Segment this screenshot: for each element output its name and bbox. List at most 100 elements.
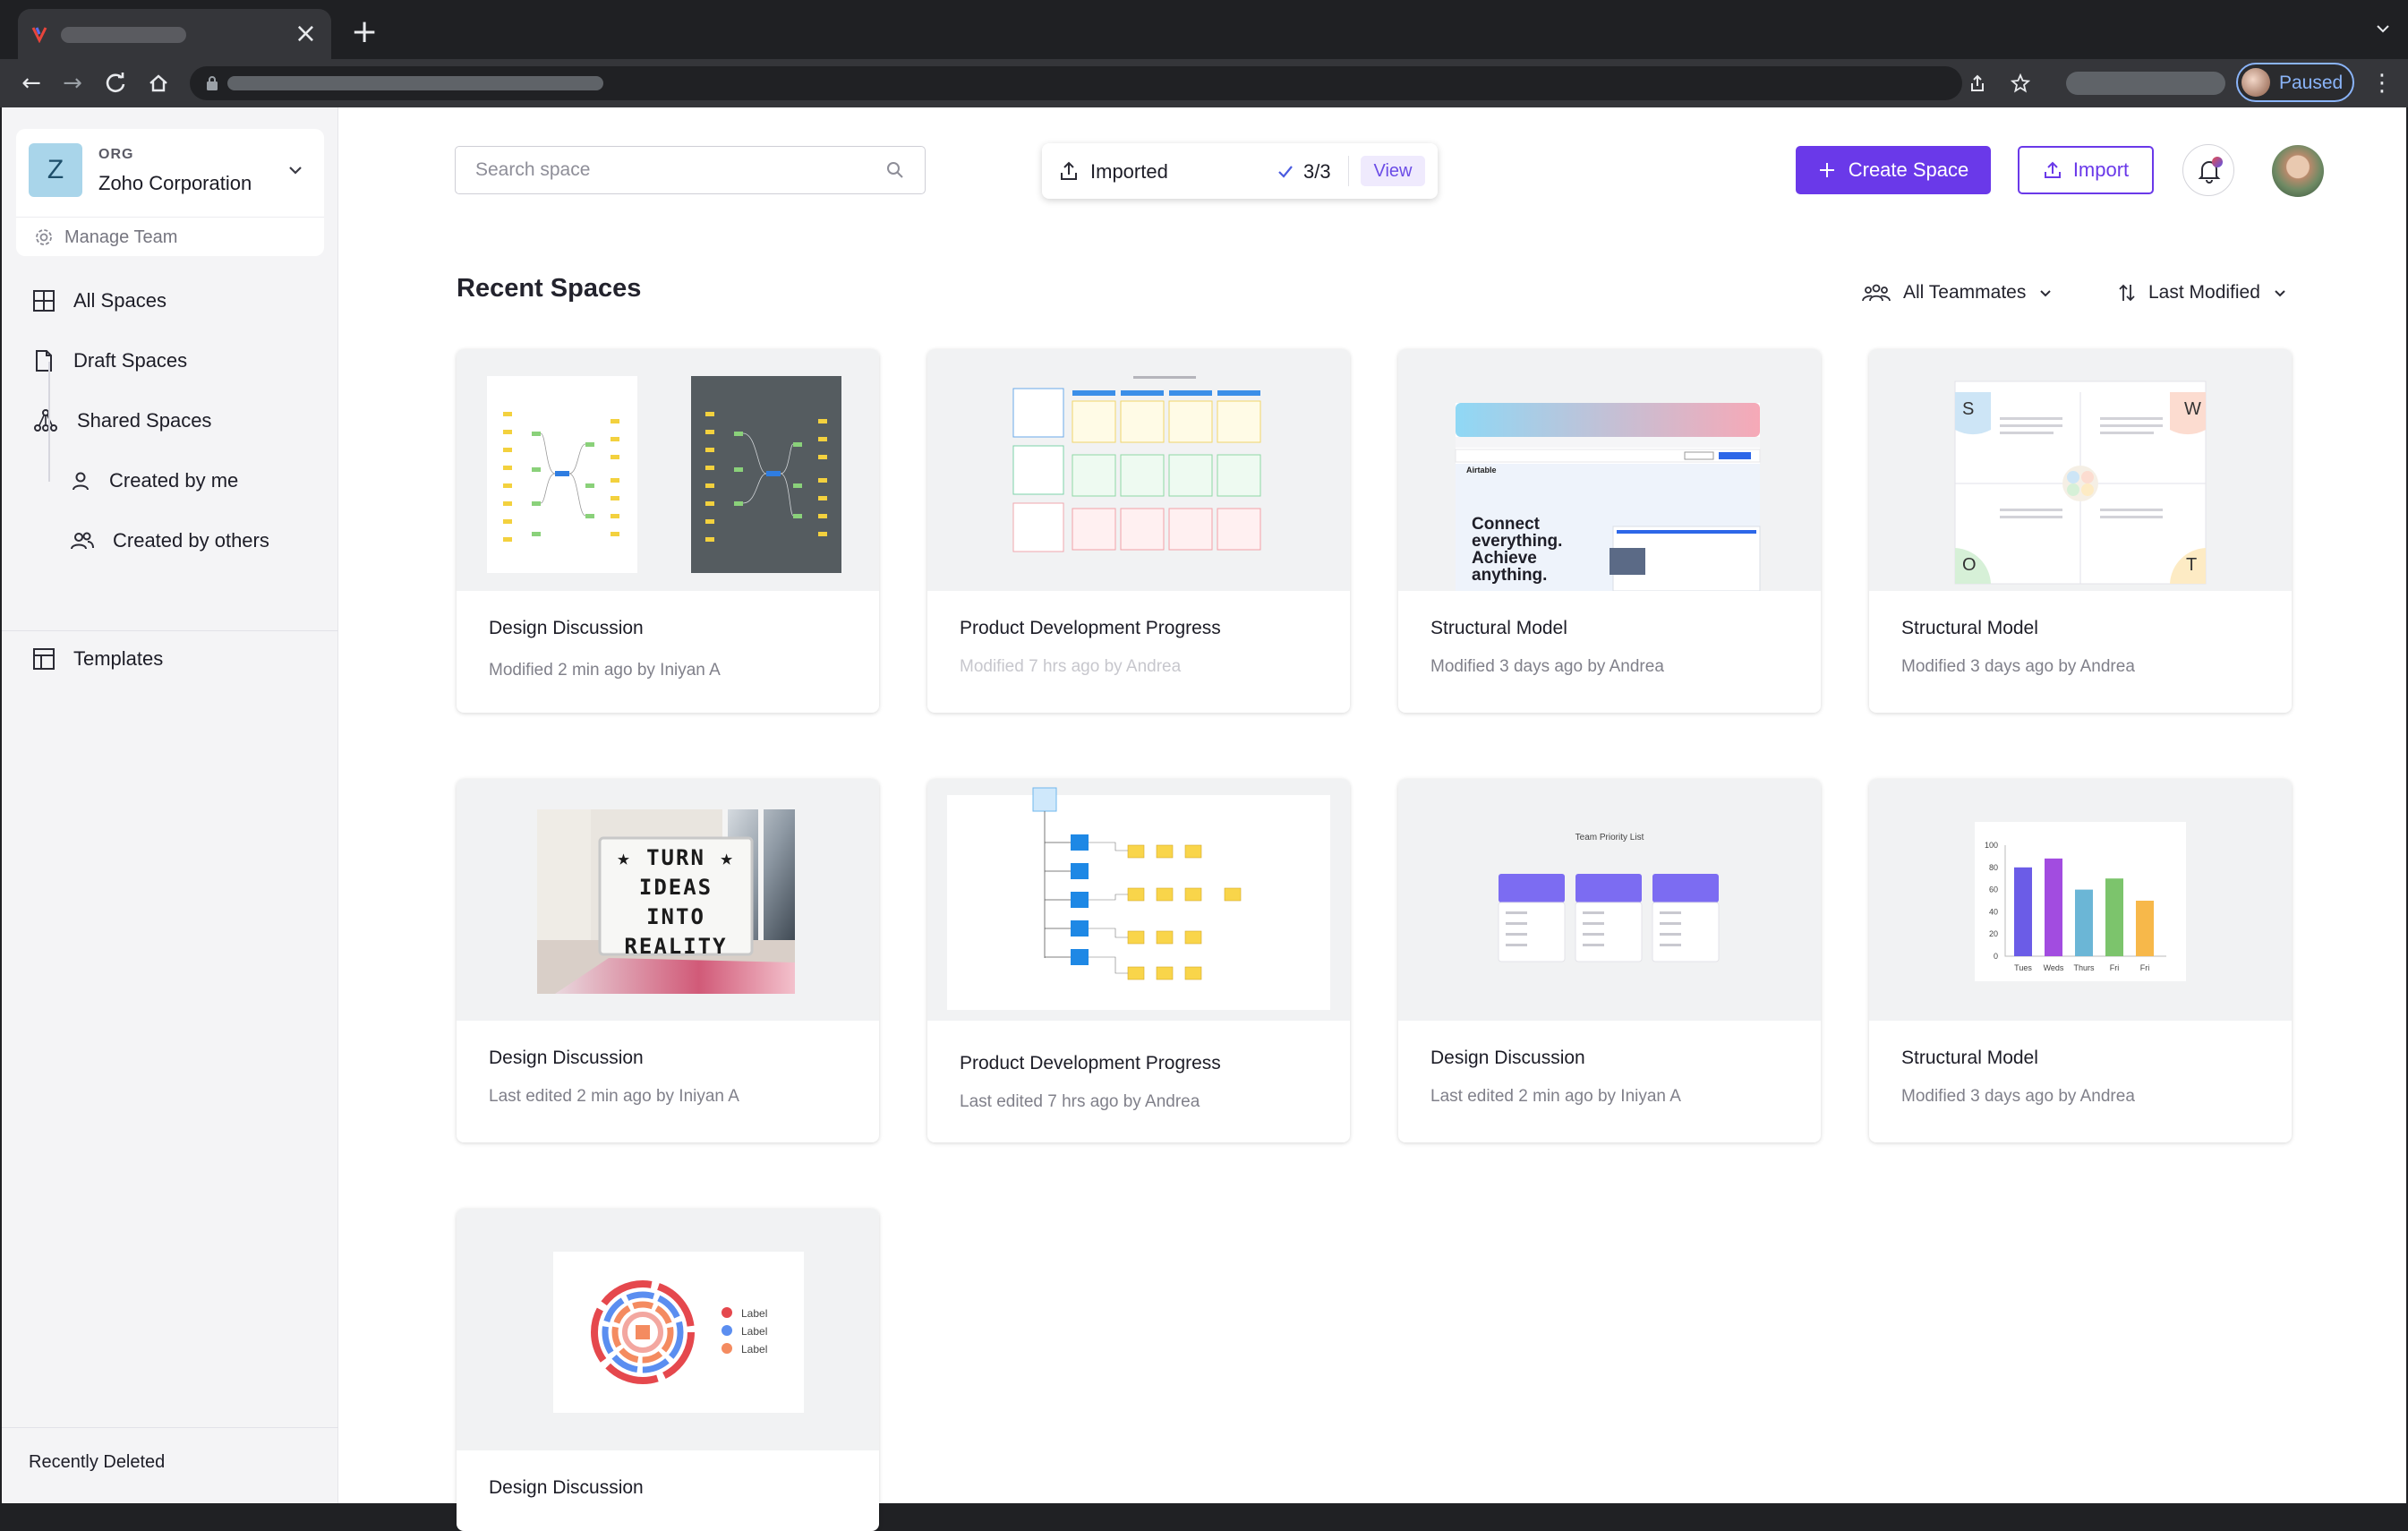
space-card[interactable]: Product Development Progress Last edited… (927, 779, 1350, 1142)
chart-x-tick: Fri (2140, 963, 2150, 972)
webpage-heading: Connect everything. Achieve anything. (1472, 515, 1563, 585)
document-icon (36, 350, 52, 372)
plus-icon (1819, 163, 1834, 177)
space-card[interactable]: ★ TURN ★ IDEAS INTO REALITY Design Discu… (457, 779, 879, 1142)
new-tab-icon[interactable]: + (351, 14, 378, 50)
search-icon[interactable] (885, 160, 905, 180)
card-thumbnail: ★ TURN ★ IDEAS INTO REALITY (457, 779, 879, 1021)
tab-strip: × + (0, 0, 2408, 63)
view-imports-button[interactable]: View (1361, 156, 1425, 186)
space-card[interactable]: Team Priority List Design Discussion Las… (1398, 779, 1821, 1142)
sidebar-item-label: Templates (73, 647, 164, 670)
sidebar-item-created-by-me[interactable]: Created by me (70, 463, 238, 499)
sort-icon (2119, 284, 2135, 302)
create-space-button[interactable]: Create Space (1796, 146, 1991, 194)
space-card[interactable]: Airtable Connect everything. Achieve any… (1398, 349, 1821, 713)
kanban-thumbnail (1012, 376, 1261, 552)
org-switcher[interactable]: Z ORG Zoho Corporation Manage Team (16, 129, 324, 256)
users-icon (71, 532, 94, 550)
upload-icon (1061, 161, 1077, 180)
swot-letter-w: W (2184, 399, 2201, 419)
notification-dot (2212, 157, 2223, 167)
back-icon[interactable]: ← (18, 70, 45, 97)
forward-icon[interactable]: → (59, 70, 86, 97)
swot-letter-t: T (2186, 555, 2198, 575)
gear-icon (36, 229, 52, 245)
lightbox-text: ★ TURN ★ IDEAS INTO REALITY (617, 845, 735, 959)
divider (1348, 156, 1349, 186)
space-card[interactable]: Product Development Progress Modified 7 … (927, 349, 1350, 713)
teammates-filter[interactable]: All Teammates (1862, 279, 2053, 306)
webpage-brand: Airtable (1466, 466, 1497, 475)
sort-label: Last Modified (2148, 282, 2260, 303)
search-input[interactable] (475, 158, 869, 183)
sort-dropdown[interactable]: Last Modified (2118, 279, 2287, 306)
sidebar-item-shared-spaces[interactable]: Shared Spaces (32, 403, 211, 439)
org-name: Zoho Corporation (98, 172, 252, 194)
org-avatar: Z (29, 143, 82, 197)
chevron-down-icon[interactable] (286, 161, 304, 179)
card-meta: Modified 7 hrs ago by Andrea (960, 657, 1182, 676)
org-kicker: ORG (98, 147, 134, 162)
check-icon (1278, 166, 1293, 178)
reload-icon[interactable] (102, 70, 129, 97)
chevron-down-icon (2040, 290, 2052, 297)
bookmark-star-icon[interactable] (2011, 73, 2030, 93)
card-meta: Last edited 2 min ago by Iniyan A (489, 1087, 739, 1106)
chart-bar (2075, 889, 2093, 956)
import-button[interactable]: Import (2018, 146, 2154, 194)
tree-connector (48, 362, 50, 482)
extension-redacted[interactable] (2066, 72, 2225, 95)
user-icon (73, 472, 89, 491)
user-avatar[interactable] (2272, 145, 2324, 197)
sidebar: Z ORG Zoho Corporation Manage Team All S… (2, 107, 338, 1503)
app-main: Z ORG Zoho Corporation Manage Team All S… (2, 107, 2406, 1531)
teammates-filter-label: All Teammates (1903, 282, 2027, 303)
sidebar-item-templates[interactable]: Templates (32, 641, 163, 677)
card-title: Design Discussion (489, 618, 644, 638)
sidebar-item-all-spaces[interactable]: All Spaces (32, 283, 167, 319)
card-thumbnail: Airtable Connect everything. Achieve any… (1398, 349, 1821, 591)
sidebar-item-label: Created by others (113, 529, 269, 552)
card-thumbnail (457, 349, 879, 591)
recently-deleted-link[interactable]: Recently Deleted (29, 1452, 165, 1473)
notifications-button[interactable] (2182, 144, 2234, 196)
chart-bar (2014, 867, 2032, 956)
divider (2, 1427, 338, 1428)
tab-search-chevron-icon[interactable] (2376, 21, 2390, 36)
card-title: Product Development Progress (960, 1053, 1221, 1073)
legend-label: Label (741, 1307, 768, 1320)
sidebar-item-created-by-others[interactable]: Created by others (70, 523, 269, 559)
close-tab-icon[interactable]: × (295, 18, 317, 50)
swot-letter-s: S (1962, 399, 1975, 419)
search-box[interactable] (455, 146, 926, 194)
create-space-label: Create Space (1848, 158, 1969, 181)
manage-team-link[interactable]: Manage Team (34, 224, 177, 251)
space-card[interactable]: Design Discussion Modified 2 min ago by … (457, 349, 879, 713)
chart-y-tick: 40 (1989, 907, 1998, 916)
legend-label: Label (741, 1343, 768, 1356)
browser-menu-icon[interactable]: ⋮ (2370, 70, 2394, 97)
card-thumbnail: Label Label Label (457, 1209, 879, 1450)
grid-icon (33, 290, 55, 312)
sidebar-item-label: Shared Spaces (77, 409, 212, 432)
shared-network-icon (34, 409, 57, 432)
card-meta: Last edited 2 min ago by Iniyan A (1430, 1087, 1681, 1106)
chart-x-tick: Tues (2014, 963, 2032, 972)
card-thumbnail: Team Priority List (1398, 779, 1821, 1021)
share-icon[interactable] (1968, 73, 1987, 93)
space-card[interactable]: 100 80 60 40 20 0 Tues Weds Thurs Fri Fri Structur… (1869, 779, 2292, 1142)
card-title: Design Discussion (489, 1477, 644, 1498)
sidebar-item-draft-spaces[interactable]: Draft Spaces (32, 343, 187, 379)
profile-paused-chip[interactable]: Paused (2236, 63, 2354, 102)
card-thumbnail: 100 80 60 40 20 0 Tues Weds Thurs Fri Fri (1869, 779, 2292, 1021)
import-status-toast: Imported 3/3 View (1042, 143, 1438, 199)
home-icon[interactable] (145, 70, 172, 97)
mindmap-thumbnail (487, 376, 841, 573)
browser-tab[interactable]: × (18, 9, 331, 63)
space-card[interactable]: Label Label Label Design Discussion (457, 1209, 879, 1531)
address-bar[interactable] (190, 66, 2030, 100)
space-card[interactable]: S W O T Structural Model Modified 3 days… (1869, 349, 2292, 713)
card-title: Structural Model (1901, 618, 2038, 638)
radial-chart-thumbnail (553, 1252, 804, 1413)
